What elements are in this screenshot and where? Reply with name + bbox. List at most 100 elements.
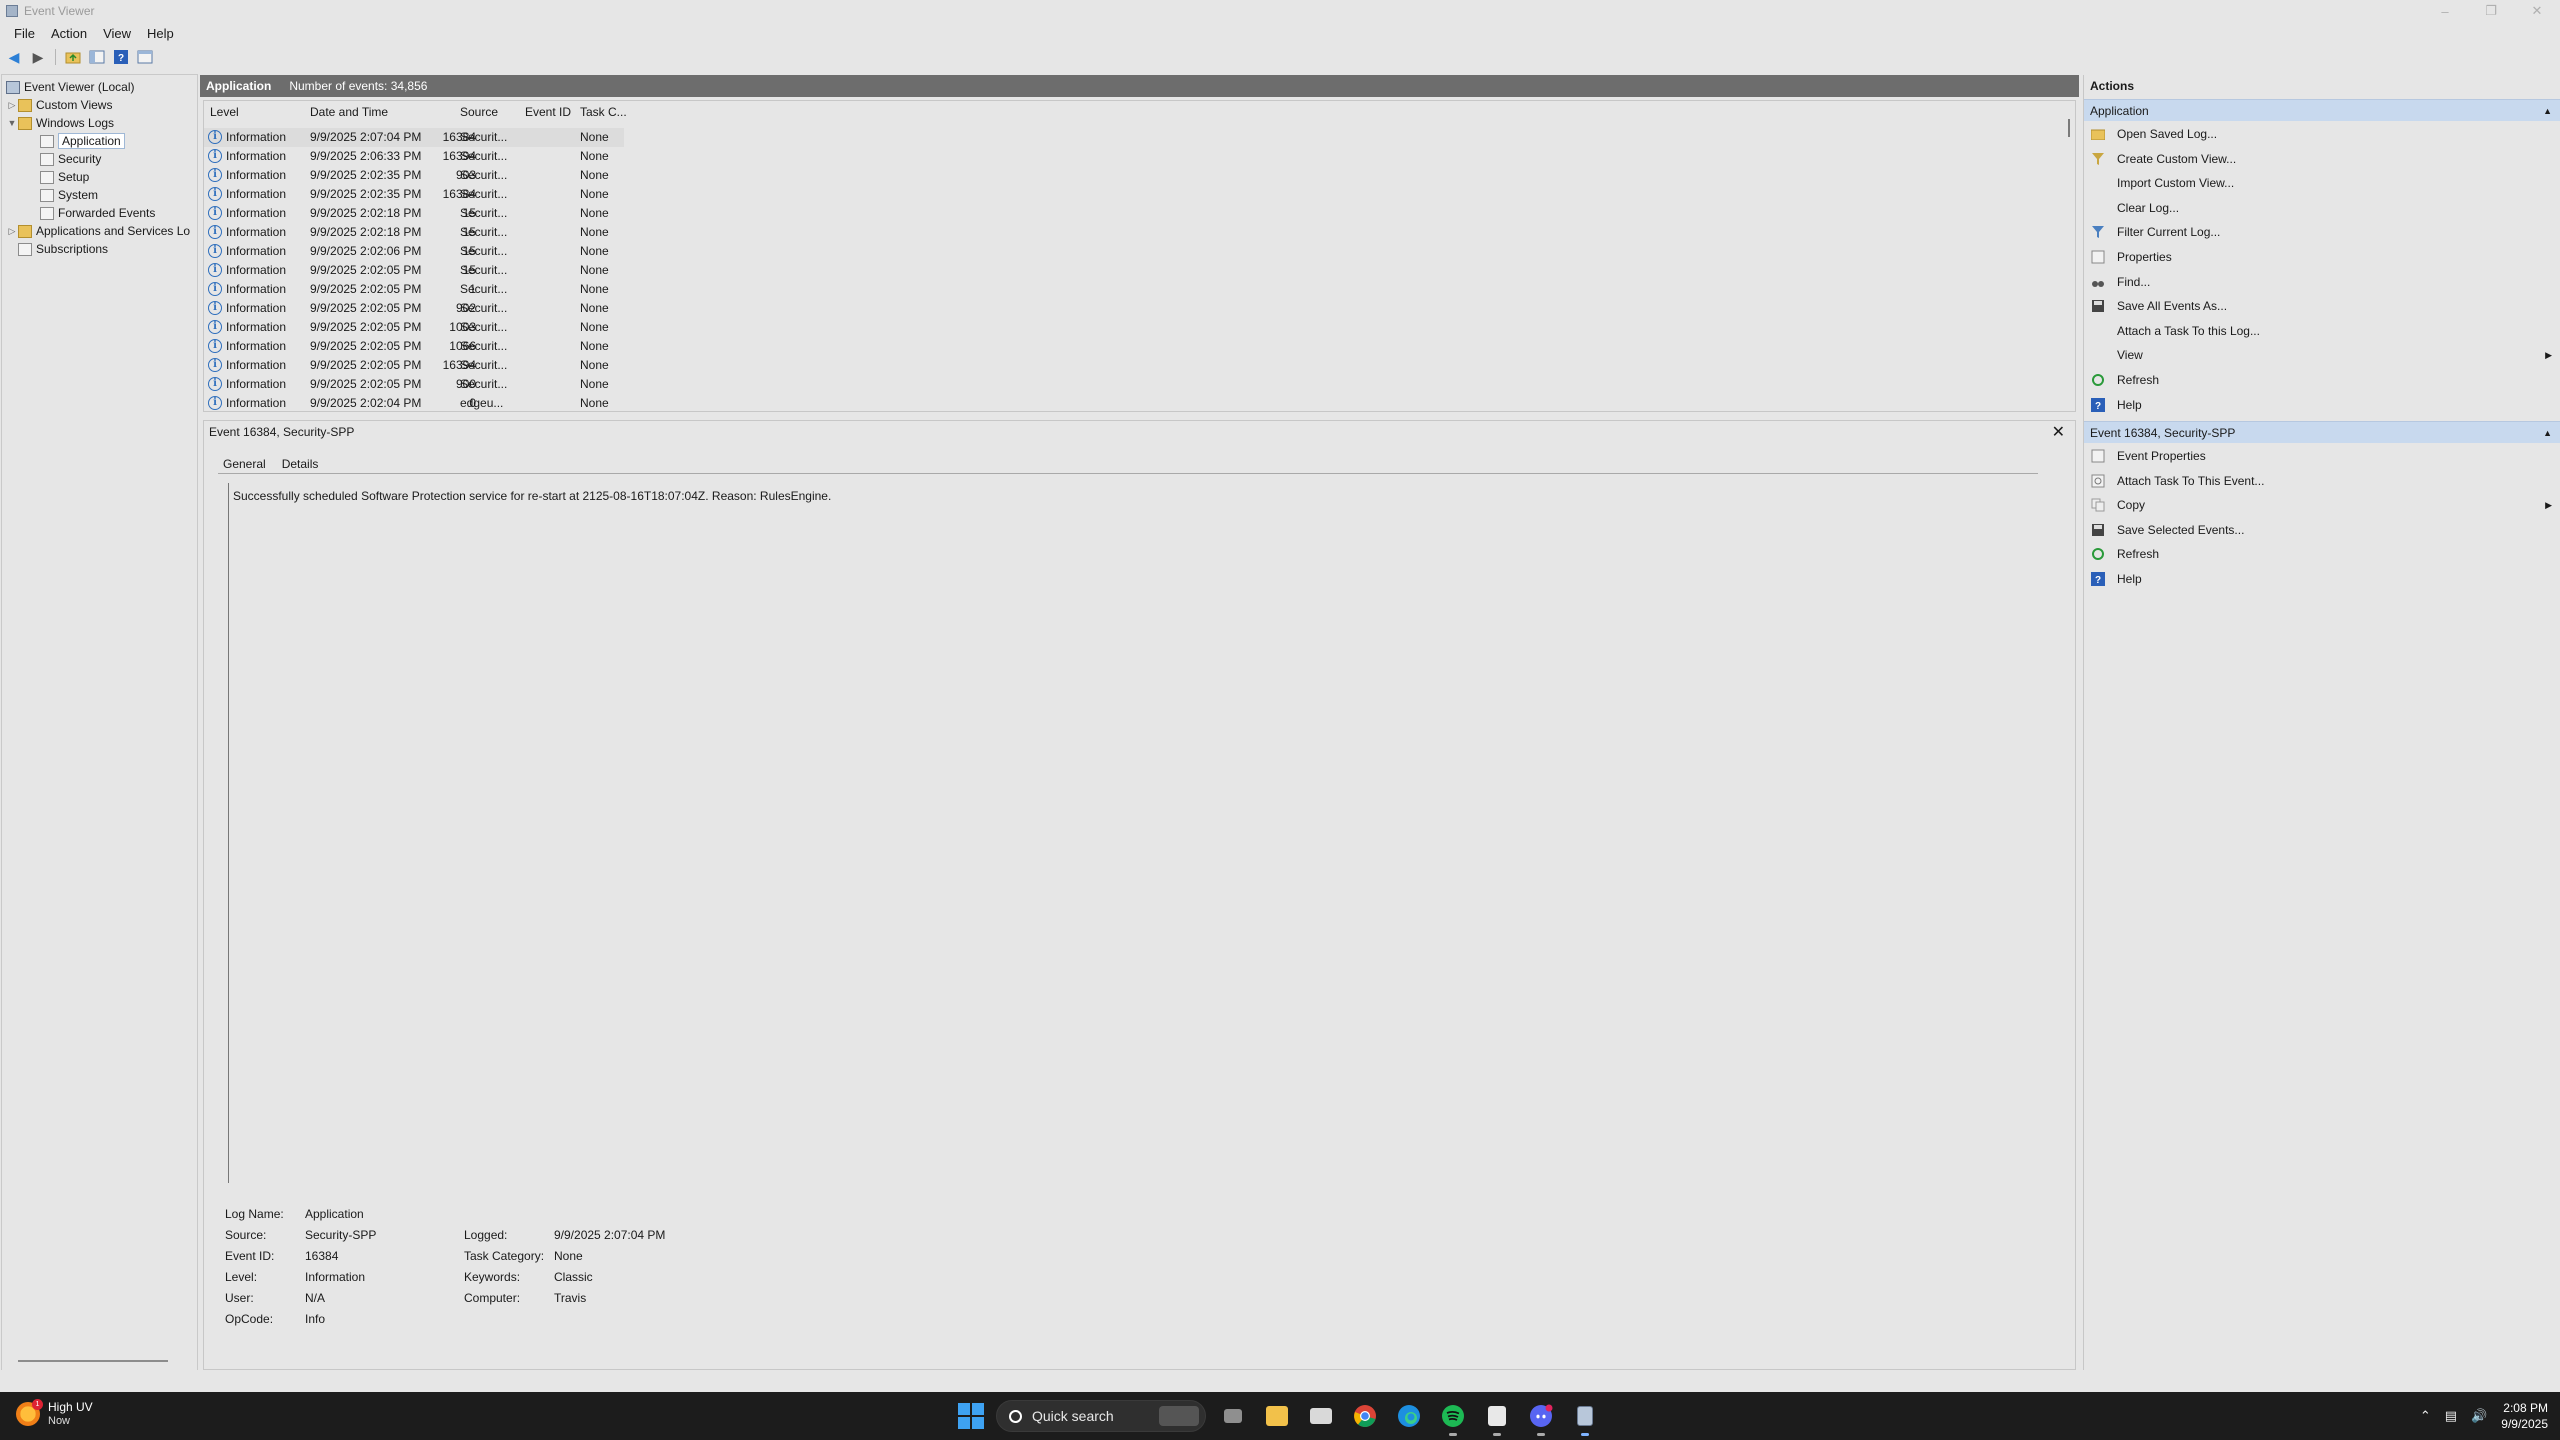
clapperboard-icon[interactable] [1304, 1399, 1338, 1433]
cell-level: Information [226, 244, 287, 258]
show-hide-actions-icon[interactable] [135, 47, 155, 67]
action-save-selected-events[interactable]: Save Selected Events... [2084, 518, 2560, 542]
snipping-tool-icon[interactable] [1480, 1399, 1514, 1436]
back-arrow-icon[interactable]: ◀ [4, 47, 24, 67]
column-date-time[interactable]: Date and Time [310, 105, 388, 119]
prop-label: Level: [225, 1270, 258, 1284]
expand-icon[interactable]: ▷ [6, 226, 18, 237]
restore-icon[interactable]: ❐ [2468, 0, 2514, 22]
forward-arrow-icon[interactable]: ▶ [28, 47, 48, 67]
grid-vertical-scrollbar[interactable] [2068, 119, 2070, 137]
menu-action[interactable]: Action [43, 26, 95, 41]
actions-section-application[interactable]: Application ▲ [2084, 99, 2560, 121]
minimize-icon[interactable]: – [2422, 0, 2468, 22]
menu-help[interactable]: Help [139, 26, 182, 41]
cell-date-time: 9/9/2025 2:02:06 PM [310, 244, 422, 258]
table-row[interactable]: i Information 9/9/2025 2:07:04 PM Securit..… [204, 128, 624, 147]
spotify-icon[interactable] [1436, 1399, 1470, 1436]
task-view-icon[interactable] [1216, 1399, 1250, 1433]
table-row[interactable]: i Information 9/9/2025 2:02:05 PM Securit..… [204, 337, 624, 356]
table-row[interactable]: i Information 9/9/2025 2:02:05 PM Securit..… [204, 261, 624, 280]
tree-item-custom-views[interactable]: ▷ Custom Views [6, 96, 113, 114]
column-event-id[interactable]: Event ID [525, 105, 571, 119]
tree-item-application[interactable]: Application [40, 132, 125, 150]
chrome-icon[interactable] [1348, 1399, 1382, 1433]
search-box[interactable]: Quick search [996, 1400, 1206, 1432]
tree-item-setup[interactable]: Setup [40, 168, 89, 186]
collapse-up-icon[interactable]: ▲ [2543, 106, 2552, 116]
tree-item-root[interactable]: Event Viewer (Local) [6, 78, 135, 96]
table-row[interactable]: i Information 9/9/2025 2:06:33 PM Securit..… [204, 147, 624, 166]
action-attach-a-task-to-this-log[interactable]: Attach a Task To this Log... [2084, 319, 2560, 343]
tree-item-windows-logs[interactable]: ▼ Windows Logs [6, 114, 115, 132]
clock[interactable]: 2:08 PM 9/9/2025 [2501, 1400, 2548, 1432]
show-hide-tree-icon[interactable] [87, 47, 107, 67]
tree-horizontal-scrollbar[interactable] [18, 1360, 168, 1362]
volume-icon[interactable]: 🔊 [2471, 1408, 2487, 1424]
action-label: Save All Events As... [2117, 299, 2228, 314]
action-help[interactable]: ? Help [2084, 393, 2560, 417]
action-filter-current-log[interactable]: Filter Current Log... [2084, 220, 2560, 244]
column-level[interactable]: Level [210, 105, 239, 119]
file-explorer-icon[interactable] [1260, 1399, 1294, 1433]
tree-item-security[interactable]: Security [40, 150, 101, 168]
action-view[interactable]: View ▶ [2084, 343, 2560, 367]
tree-item-forwarded-events[interactable]: Forwarded Events [40, 204, 155, 222]
table-row[interactable]: i Information 9/9/2025 2:02:04 PM edgeu... 0… [204, 394, 624, 413]
column-source[interactable]: Source [460, 105, 498, 119]
prop-label: Keywords: [464, 1270, 521, 1284]
actions-section-event[interactable]: Event 16384, Security-SPP ▲ [2084, 421, 2560, 443]
help-icon[interactable]: ? [111, 47, 131, 67]
expand-icon[interactable]: ▷ [6, 100, 18, 111]
prop-label: Task Category: [464, 1249, 545, 1263]
action-help[interactable]: ? Help [2084, 567, 2560, 591]
event-viewer-taskbar-icon[interactable] [1568, 1399, 1602, 1436]
discord-icon[interactable] [1524, 1399, 1558, 1436]
tab-general[interactable]: General [220, 455, 269, 473]
action-import-custom-view[interactable]: Import Custom View... [2084, 171, 2560, 195]
menu-file[interactable]: File [6, 26, 43, 41]
tree-item-system[interactable]: System [40, 186, 98, 204]
action-copy[interactable]: Copy ▶ [2084, 493, 2560, 517]
action-properties[interactable]: Properties [2084, 245, 2560, 269]
table-row[interactable]: i Information 9/9/2025 2:02:05 PM Securit..… [204, 318, 624, 337]
table-row[interactable]: i Information 9/9/2025 2:02:06 PM Securit..… [204, 242, 624, 261]
action-label: Event Properties [2117, 449, 2206, 463]
cell-level: Information [226, 206, 287, 220]
action-attach-task-to-this-event[interactable]: Attach Task To This Event... [2084, 469, 2560, 493]
up-folder-icon[interactable] [63, 47, 83, 67]
tab-details[interactable]: Details [279, 455, 322, 473]
table-row[interactable]: i Information 9/9/2025 2:02:35 PM Securit..… [204, 166, 624, 185]
detail-tabs: General Details [220, 455, 321, 473]
table-row[interactable]: i Information 9/9/2025 2:02:05 PM Securit..… [204, 299, 624, 318]
close-icon[interactable]: ✕ [2052, 422, 2065, 442]
action-clear-log[interactable]: Clear Log... [2084, 196, 2560, 220]
table-row[interactable]: i Information 9/9/2025 2:02:05 PM Securit..… [204, 375, 624, 394]
collapse-icon[interactable]: ▼ [6, 118, 18, 128]
log-icon [40, 206, 54, 220]
network-icon[interactable]: ▤ [2445, 1408, 2457, 1424]
close-icon[interactable]: ✕ [2514, 0, 2560, 22]
action-open-saved-log[interactable]: Open Saved Log... [2084, 122, 2560, 146]
table-row[interactable]: i Information 9/9/2025 2:02:05 PM Securit..… [204, 356, 624, 375]
menu-view[interactable]: View [95, 26, 139, 41]
action-save-all-events-as[interactable]: Save All Events As... [2084, 294, 2560, 318]
action-event-properties[interactable]: Event Properties [2084, 444, 2560, 468]
table-row[interactable]: i Information 9/9/2025 2:02:18 PM Securit..… [204, 204, 624, 223]
collapse-up-icon[interactable]: ▲ [2543, 428, 2552, 438]
edge-icon[interactable] [1392, 1399, 1426, 1433]
tree-item-subscriptions[interactable]: Subscriptions [18, 240, 108, 258]
description-box[interactable]: Successfully scheduled Software Protecti… [228, 483, 2040, 1183]
chevron-up-icon[interactable]: ⌃ [2420, 1408, 2431, 1424]
action-refresh[interactable]: Refresh [2084, 542, 2560, 566]
table-row[interactable]: i Information 9/9/2025 2:02:18 PM Securit..… [204, 223, 624, 242]
table-row[interactable]: i Information 9/9/2025 2:02:35 PM Securit..… [204, 185, 624, 204]
tree-item-apps-services[interactable]: ▷ Applications and Services Lo [6, 222, 191, 240]
start-icon[interactable] [956, 1401, 986, 1431]
action-find[interactable]: Find... [2084, 270, 2560, 294]
action-create-custom-view[interactable]: Create Custom View... [2084, 147, 2560, 171]
weather-widget[interactable]: 1 High UV Now [16, 1399, 93, 1428]
action-refresh[interactable]: Refresh [2084, 368, 2560, 392]
column-task-category[interactable]: Task C... [580, 105, 627, 119]
table-row[interactable]: i Information 9/9/2025 2:02:05 PM Securit..… [204, 280, 624, 299]
